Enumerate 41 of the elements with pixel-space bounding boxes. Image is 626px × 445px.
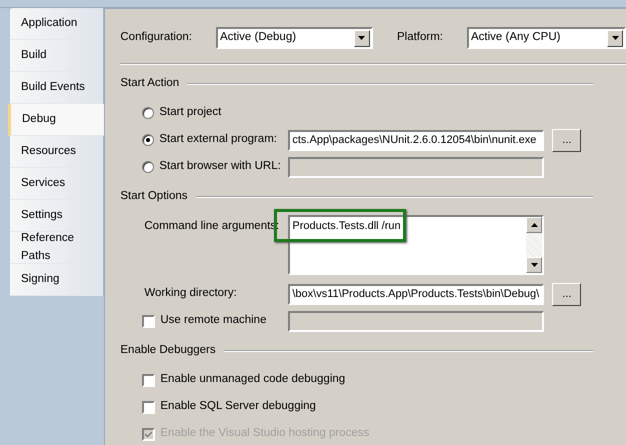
check-icon xyxy=(145,430,152,438)
browse-button[interactable]: ... xyxy=(552,128,582,152)
field-label: Configuration: xyxy=(120,30,192,46)
section-heading: Start Action xyxy=(120,76,180,92)
dropdown[interactable]: Active (Any CPU) xyxy=(467,27,626,49)
sidebar-item[interactable]: Application xyxy=(10,8,104,40)
sidebar-item[interactable]: Reference Paths xyxy=(10,232,104,264)
down-arrow-icon xyxy=(612,36,618,40)
sidebar-item[interactable]: Settings xyxy=(10,200,104,232)
checkbox[interactable] xyxy=(142,374,156,386)
sidebar-item[interactable]: Services xyxy=(10,168,104,200)
scrollbar[interactable] xyxy=(526,217,542,273)
sidebar-item[interactable]: Debug xyxy=(8,104,104,136)
down-arrow-icon xyxy=(530,263,538,267)
checkbox-label: Enable unmanaged code debugging xyxy=(160,372,346,388)
radio-label: Start browser with URL: xyxy=(159,159,281,174)
down-arrow-icon xyxy=(358,36,366,40)
radio-button[interactable] xyxy=(142,134,154,146)
checkbox[interactable] xyxy=(142,400,156,414)
sidebar-item[interactable]: Resources xyxy=(10,136,104,168)
field-label: Platform: xyxy=(396,30,443,46)
section-heading: Start Options xyxy=(120,189,188,204)
radio-button[interactable] xyxy=(142,161,154,173)
section-heading: Enable Debuggers xyxy=(120,343,216,358)
up-arrow-icon xyxy=(530,223,538,227)
dropdown[interactable]: Active (Debug) xyxy=(216,27,373,49)
checkbox-label: Use remote machine xyxy=(160,313,266,328)
text-area[interactable]: Products.Tests.dll /run xyxy=(288,215,544,275)
checkbox[interactable] xyxy=(142,314,156,328)
text-field[interactable] xyxy=(288,156,544,178)
sidebar-item[interactable]: Signing xyxy=(10,264,104,296)
radio-button[interactable] xyxy=(142,107,154,119)
radio-label: Start project xyxy=(159,105,222,120)
text-field[interactable] xyxy=(288,310,544,332)
checkbox-label: Enable SQL Server debugging xyxy=(160,399,316,414)
radio-label: Start external program: xyxy=(159,132,277,148)
sidebar-item[interactable]: Build xyxy=(10,40,104,72)
text-field[interactable]: \box\vs11\Products.App\Products.Tests\bin\Debug\ xyxy=(288,284,544,304)
field-label: Working directory: xyxy=(144,286,237,302)
browse-button[interactable]: ... xyxy=(552,282,582,306)
text-field[interactable]: cts.App\packages\NUnit.2.6.0.12054\bin\nunit.exe xyxy=(288,130,544,150)
